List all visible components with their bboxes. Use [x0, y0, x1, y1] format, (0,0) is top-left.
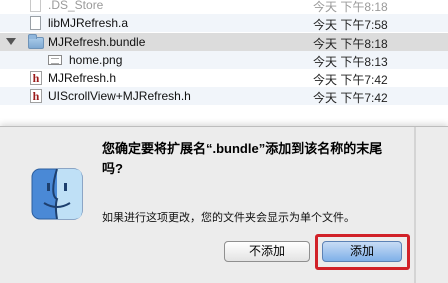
file-name: UIScrollView+MJRefresh.h: [48, 89, 191, 103]
file-row-mjrefresh-bundle[interactable]: MJRefresh.bundle 今天 下午8:18: [0, 33, 448, 51]
file-name: MJRefresh.h: [48, 71, 117, 85]
file-date: 今天 下午8:13: [313, 55, 388, 69]
finder-file-list: .DS_Store 今天 下午8:18 libMJRefresh.a 今天 下午…: [0, 0, 448, 112]
file-date: 今天 下午8:18: [313, 37, 388, 51]
dialog-title: 您确定要将扩展名“.bundle”添加到该名称的末尾吗?: [102, 141, 383, 176]
file-date: 今天 下午7:58: [313, 18, 388, 32]
dialog-message: 如果进行这项更改，您的文件夹会显示为单个文件。: [102, 212, 355, 224]
header-file-icon: h: [30, 89, 42, 103]
finder-icon: [31, 168, 83, 220]
file-row-uiscrollview-h[interactable]: h UIScrollView+MJRefresh.h 今天 下午7:42: [0, 87, 448, 105]
file-name: home.png: [69, 53, 123, 67]
file-row-home-png[interactable]: home.png 今天 下午8:13: [0, 51, 448, 69]
file-row-mjrefresh-h[interactable]: h MJRefresh.h 今天 下午7:42: [0, 69, 448, 87]
header-file-icon: h: [30, 71, 42, 85]
folder-icon: [28, 34, 44, 49]
file-row-libmjrefresh[interactable]: libMJRefresh.a 今天 下午7:58: [0, 14, 448, 32]
add-button-highlight: [315, 234, 410, 270]
file-date: 今天 下午7:42: [313, 91, 388, 105]
file-row-ds-store[interactable]: .DS_Store 今天 下午8:18: [0, 0, 448, 14]
image-icon: [48, 55, 62, 65]
document-icon: [30, 0, 41, 12]
file-name: .DS_Store: [48, 0, 104, 12]
file-date: 今天 下午7:42: [313, 73, 388, 87]
disclosure-triangle-icon[interactable]: [6, 38, 16, 45]
dont-add-button[interactable]: 不添加: [224, 241, 310, 262]
rename-extension-dialog: 您确定要将扩展名“.bundle”添加到该名称的末尾吗? 如果进行这项更改，您的…: [0, 126, 448, 283]
document-icon: [30, 16, 41, 30]
file-name: MJRefresh.bundle: [48, 35, 146, 49]
file-name: libMJRefresh.a: [48, 16, 129, 30]
file-date: 今天 下午8:18: [313, 0, 388, 14]
dialog-edge: [414, 127, 416, 283]
